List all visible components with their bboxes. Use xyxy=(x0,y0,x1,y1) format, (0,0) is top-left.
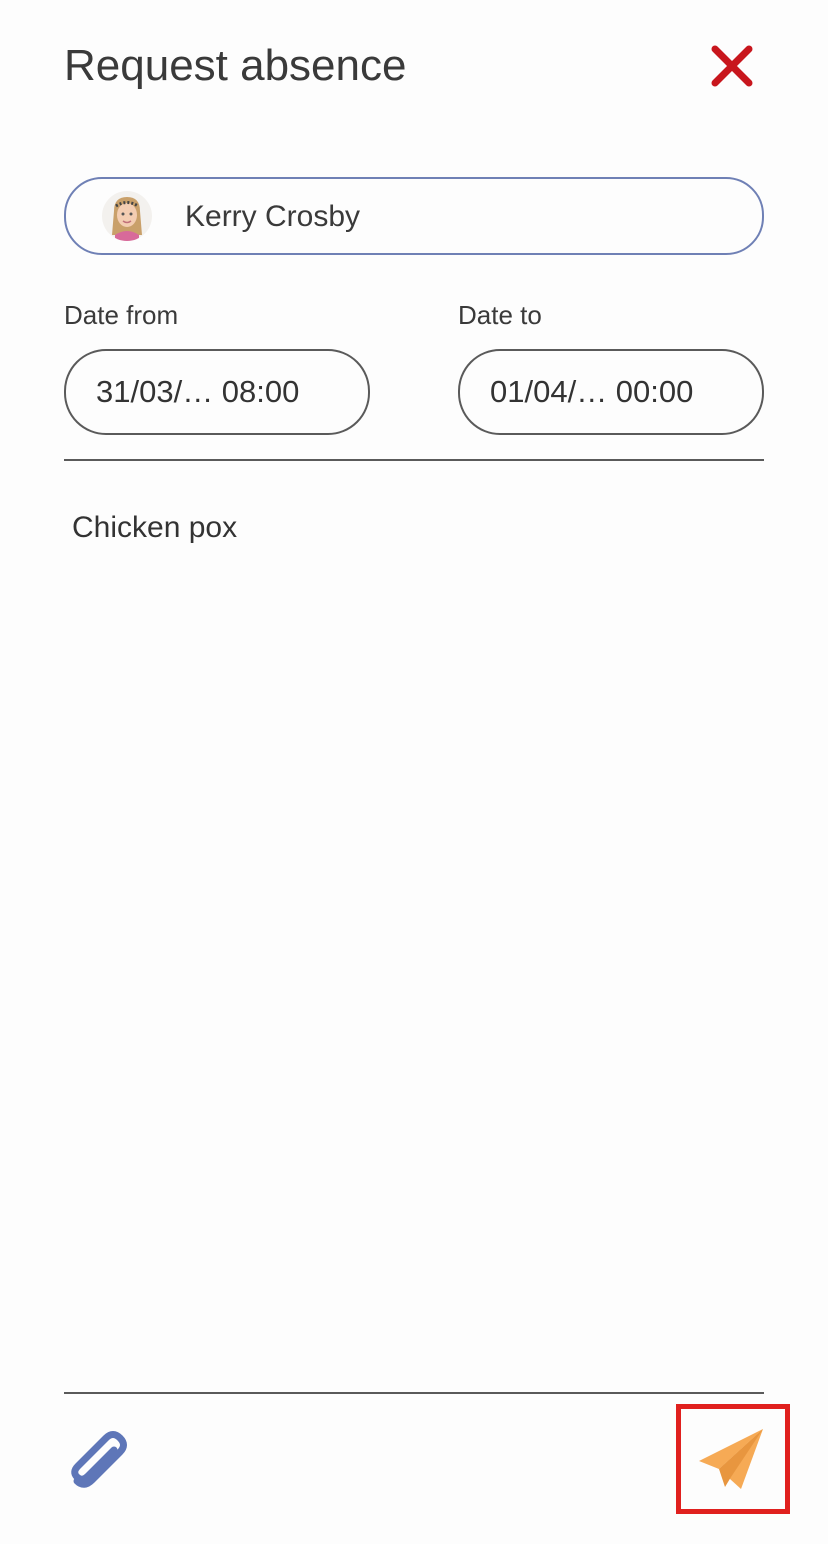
student-name: Kerry Crosby xyxy=(185,200,361,233)
student-select[interactable]: Kerry Crosby xyxy=(64,177,764,255)
divider-top xyxy=(64,459,764,461)
close-icon xyxy=(711,45,753,87)
date-to-field[interactable]: 01/04/… 00:00 xyxy=(458,349,764,435)
close-button[interactable] xyxy=(706,40,758,92)
send-icon xyxy=(699,1429,763,1489)
attach-button[interactable] xyxy=(64,1424,132,1494)
date-from-label: Date from xyxy=(64,300,179,330)
date-from-value: 31/03/… 08:00 xyxy=(96,374,300,409)
student-avatar xyxy=(102,191,152,241)
date-to-value: 01/04/… 00:00 xyxy=(490,374,694,409)
paperclip-icon xyxy=(71,1431,127,1488)
date-to-label: Date to xyxy=(458,300,542,330)
reason-text: Chicken pox xyxy=(72,511,238,544)
page-title: Request absence xyxy=(64,41,407,90)
date-from-field[interactable]: 31/03/… 08:00 xyxy=(64,349,370,435)
send-button[interactable] xyxy=(690,1418,772,1500)
reason-textarea[interactable]: Chicken pox xyxy=(64,496,764,1376)
divider-bottom xyxy=(64,1392,764,1394)
